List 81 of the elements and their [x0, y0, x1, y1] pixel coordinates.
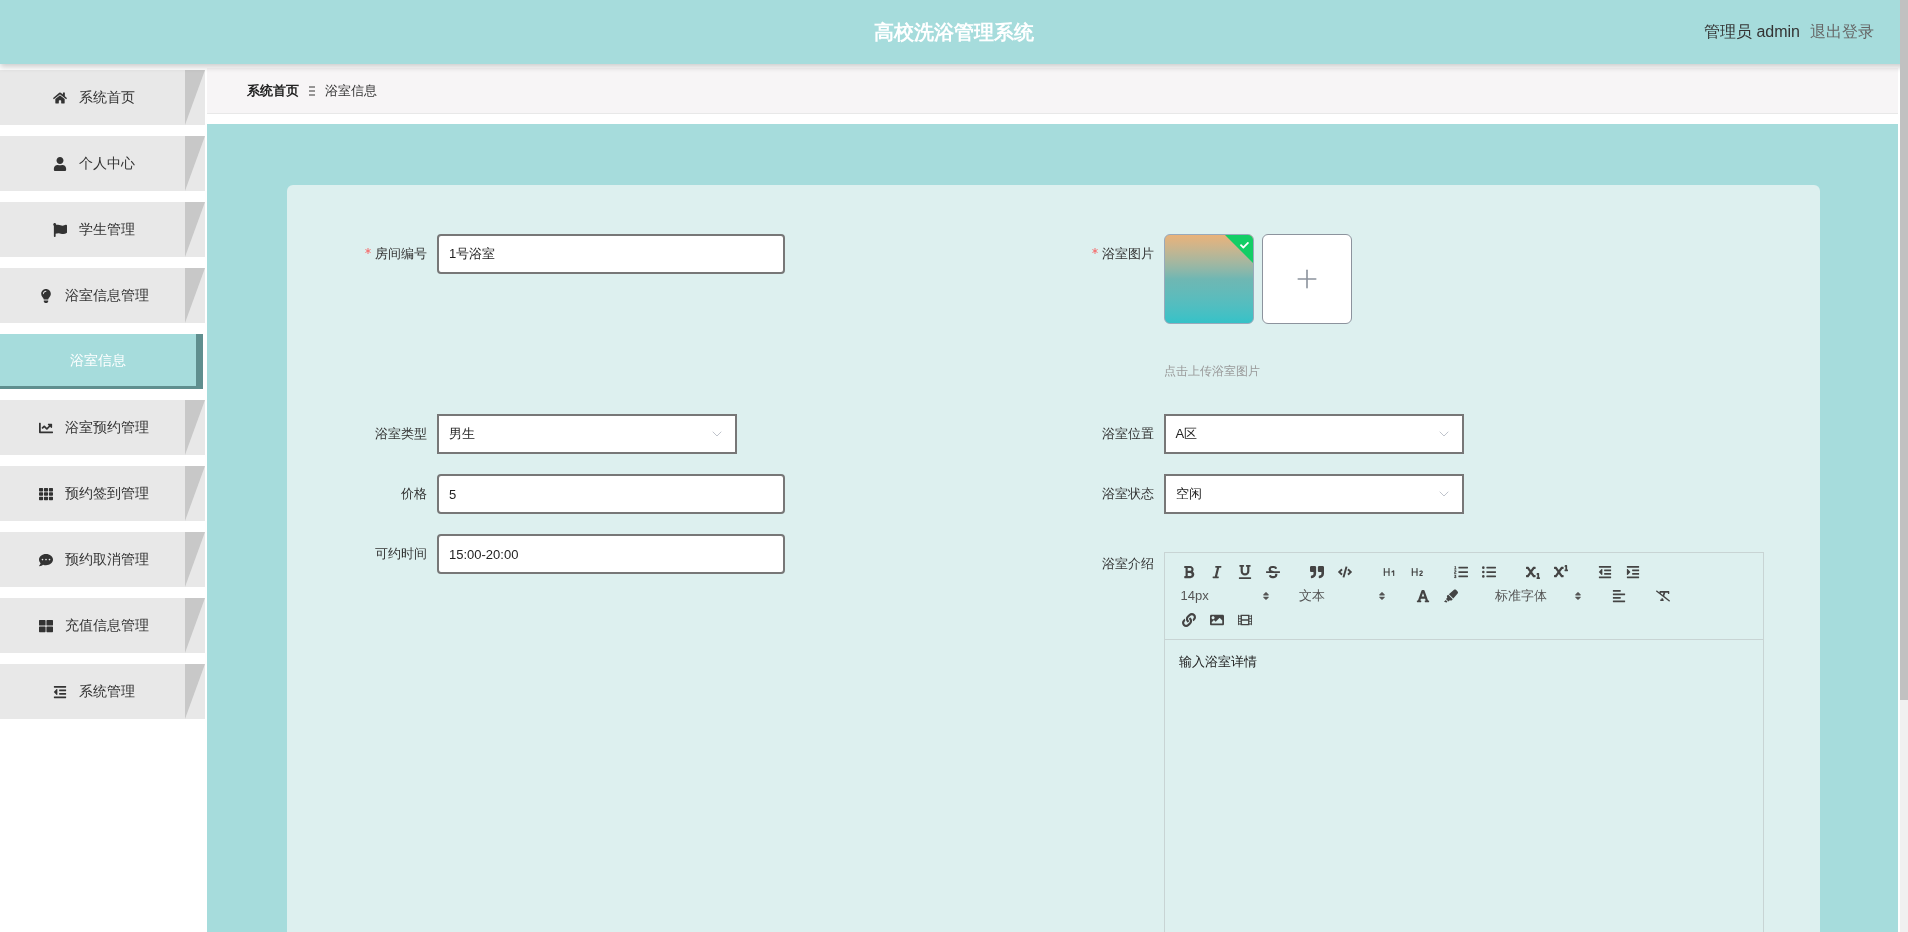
- field-label: 可约时间: [375, 545, 427, 564]
- sidebar-item[interactable]: 预约签到管理: [0, 466, 205, 521]
- bullet-list-icon: [1481, 565, 1496, 579]
- image-icon: [1209, 613, 1224, 627]
- upload-button[interactable]: [1261, 234, 1352, 324]
- user-icon: [52, 156, 67, 171]
- select-value: A区: [1175, 425, 1198, 444]
- outdent-icon: [1597, 565, 1612, 579]
- select-value: 男生: [449, 425, 475, 444]
- sidebar-item[interactable]: 系统管理: [0, 664, 205, 719]
- breadcrumb-link[interactable]: 系统首页: [247, 80, 299, 101]
- sidebar-item[interactable]: 个人中心: [0, 136, 205, 191]
- toolbar-select[interactable]: 14px: [1176, 585, 1275, 607]
- select-value: 空闲: [1175, 485, 1202, 504]
- sidebar-item[interactable]: 浴室信息管理: [0, 268, 205, 323]
- indent-icon: [1625, 565, 1640, 579]
- chart-icon: [38, 420, 53, 435]
- tab-corner-icon: [185, 598, 205, 653]
- home-icon: [52, 90, 67, 105]
- text-field[interactable]: 15:00-20:00: [437, 534, 785, 574]
- strikethrough-icon: [1265, 565, 1280, 579]
- select-field[interactable]: A区: [1163, 414, 1464, 454]
- user-label: 管理员 admin: [1703, 22, 1800, 42]
- field-label: 浴室图片: [1101, 245, 1154, 264]
- text-field[interactable]: 5: [437, 474, 785, 514]
- sidebar-item[interactable]: 充值信息管理: [0, 598, 205, 653]
- code-icon: [1337, 565, 1352, 579]
- underline-icon: [1237, 565, 1252, 579]
- grid-icon: [38, 486, 53, 501]
- tab-corner-icon: [185, 268, 205, 323]
- tab-corner-icon: [185, 532, 205, 587]
- heading-two-icon: [1409, 565, 1424, 579]
- quote-icon: [1309, 565, 1324, 579]
- upload-hint: 点击上传浴室图片: [1163, 363, 1261, 380]
- sort-icon: [1376, 591, 1387, 601]
- flag-icon: [52, 222, 67, 237]
- field-label: 浴室类型: [375, 425, 427, 444]
- sidebar-item[interactable]: 系统首页: [0, 70, 205, 125]
- subscript-icon: [1525, 565, 1540, 579]
- superscript-icon: [1553, 565, 1568, 579]
- tab-corner-icon: [185, 664, 205, 719]
- logout-link[interactable]: 退出登录: [1810, 20, 1874, 44]
- toolbar-select[interactable]: 文本: [1294, 585, 1391, 607]
- text-color-icon: [1415, 589, 1430, 603]
- tab-corner-icon: [185, 136, 205, 191]
- sidebar-item[interactable]: 学生管理: [0, 202, 205, 257]
- app-title: 高校洗浴管理系统: [874, 20, 1034, 45]
- sort-icon: [1572, 591, 1583, 601]
- select-field[interactable]: 空闲: [1163, 474, 1464, 514]
- select-field[interactable]: 男生: [437, 414, 737, 454]
- sort-icon: [1260, 591, 1271, 601]
- field-label: 浴室介绍: [1101, 555, 1154, 574]
- field-label: 价格: [401, 485, 427, 504]
- lightbulb-icon: [38, 288, 53, 303]
- field-label: 浴室位置: [1101, 425, 1154, 444]
- heading-one-icon: [1381, 565, 1396, 579]
- align-left-icon: [1611, 589, 1626, 603]
- numbered-list-icon: [1453, 565, 1468, 579]
- clear-format-icon: [1655, 589, 1670, 603]
- tab-corner-icon: [185, 70, 205, 125]
- tab-corner-icon: [185, 466, 205, 521]
- editor-content: 输入浴室详情: [1178, 653, 1258, 671]
- link-icon: [1181, 613, 1196, 627]
- tab-corner-icon: [185, 400, 205, 455]
- list-icon: [52, 684, 67, 699]
- toolbar-select[interactable]: 标准字体: [1490, 585, 1587, 607]
- text-field[interactable]: 1号浴室: [437, 234, 785, 274]
- highlight-icon: [1443, 589, 1458, 603]
- sidebar-item[interactable]: 预约取消管理: [0, 532, 205, 587]
- sidebar-item[interactable]: 浴室预约管理: [0, 400, 205, 455]
- check-icon: [1239, 240, 1249, 250]
- field-label: 房间编号: [375, 245, 427, 264]
- chat-icon: [38, 552, 53, 567]
- separator-icon: [309, 85, 315, 96]
- breadcrumb-current: 浴室信息: [325, 81, 377, 100]
- tab-corner-icon: [185, 202, 205, 257]
- grid-icon: [38, 618, 53, 633]
- field-label: 浴室状态: [1101, 485, 1154, 504]
- film-icon: [1237, 613, 1252, 627]
- rich-text-editor[interactable]: 14px 文本 标准字体 输入浴室详情: [1163, 552, 1764, 932]
- bold-icon: [1181, 565, 1196, 579]
